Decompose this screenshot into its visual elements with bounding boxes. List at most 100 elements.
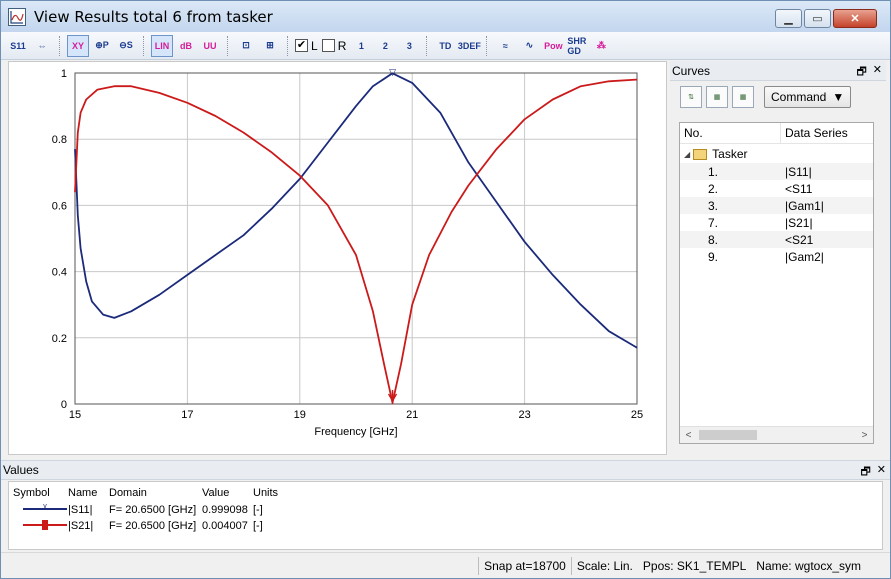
xy-plot-button[interactable]: XY — [67, 34, 89, 57]
sort-series-button[interactable]: ⇅ — [680, 86, 702, 108]
smith-chart-button[interactable]: ⊖S — [115, 35, 137, 57]
close-icon[interactable]: ✕ — [873, 63, 882, 82]
linear-scale-icon: LIN — [154, 40, 170, 51]
minimize-button[interactable]: ▁ — [775, 9, 802, 28]
fit-axis-button[interactable]: ⇔ — [31, 35, 53, 57]
add-series-icon: ▦ — [713, 94, 721, 101]
shr-gd-button[interactable]: SHR GD — [566, 35, 588, 57]
signal-icon: ∿ — [525, 40, 534, 50]
values-panel-title: Values — [3, 463, 39, 477]
column-units: Units — [253, 486, 279, 499]
x-tick-label: 17 — [181, 409, 193, 421]
s11-symbol-icon: v — [23, 503, 67, 510]
polar-plot-button[interactable]: ⊕P — [91, 35, 113, 57]
toolbar-separator — [143, 35, 147, 56]
float-icon[interactable]: 🗗 — [856, 63, 866, 82]
expand-arrow-icon[interactable]: ◢ — [684, 150, 690, 159]
scroll-track[interactable] — [697, 427, 856, 443]
plot-panel[interactable]: 15 17 19 21 23 25 0 0.2 0.4 0.6 0.8 1 Frequency [GHz… — [8, 61, 667, 455]
signal-button[interactable]: ∿ — [518, 35, 540, 57]
tree-root-tasker[interactable]: ◢ Tasker — [680, 145, 873, 163]
add-series-button[interactable]: ▦ — [706, 86, 728, 108]
zoom-icon: ⊡ — [242, 40, 250, 50]
toolbar-separator — [486, 35, 490, 56]
column-data-series[interactable]: Data Series — [781, 126, 848, 140]
zoom-fit-icon: ⊞ — [266, 40, 274, 50]
values-table[interactable]: Symbol Name Domain Value Units v |S11| F… — [8, 481, 883, 550]
values-panel-header: Values 🗗 ✕ — [1, 460, 890, 480]
float-icon[interactable]: 🗗 — [860, 463, 870, 482]
x-tick-label: 25 — [631, 409, 643, 421]
list-item[interactable]: 1. |S11| — [680, 163, 873, 180]
window-title: View Results total 6 from tasker — [34, 7, 273, 26]
remove-series-button[interactable]: ▦ — [732, 86, 754, 108]
list-item[interactable]: 7. |S21| — [680, 214, 873, 231]
list-item[interactable]: 9. |Gam2| — [680, 248, 873, 265]
close-icon[interactable]: ✕ — [877, 463, 886, 482]
list-item[interactable]: 3. |Gam1| — [680, 197, 873, 214]
right-axis-checkbox[interactable]: R — [321, 39, 346, 53]
values-panel: Values 🗗 ✕ Symbol Name Domain Value Unit… — [1, 460, 890, 552]
y-tick-label: 0.8 — [52, 134, 67, 146]
s11-axis-icon: S11 — [10, 40, 26, 51]
unchecked-box-icon — [321, 39, 335, 52]
column-no[interactable]: No. — [680, 123, 781, 143]
results-chart[interactable]: 15 17 19 21 23 25 0 0.2 0.4 0.6 0.8 1 Frequency [GHz… — [9, 62, 666, 454]
unit-scale-button[interactable]: UU — [199, 35, 221, 57]
marker-1-button[interactable]: 1 — [350, 35, 372, 57]
series-line-s21 — [74, 78, 638, 404]
chart-icon — [8, 7, 26, 26]
plot-frame — [74, 72, 638, 405]
table-row[interactable]: |S21| F= 20.6500 [GHz] 0.004007 [-] — [9, 518, 882, 533]
folder-icon — [693, 148, 708, 160]
left-axis-checkbox[interactable]: ✔ L — [295, 39, 318, 53]
zoom-fit-button[interactable]: ⊞ — [259, 35, 281, 57]
scatter-icon: ⁂ — [596, 40, 606, 50]
curves-tree[interactable]: No. Data Series ◢ Tasker 1. |S11| 2. <S11 … — [679, 122, 874, 444]
dropdown-arrow-icon: ▼ — [832, 90, 845, 104]
wave-button[interactable]: ≈ — [494, 35, 516, 57]
y-tick-label: 0.6 — [52, 200, 67, 212]
list-item[interactable]: 8. <S21 — [680, 231, 873, 248]
status-name: Name: wgtocx_sym — [756, 558, 861, 573]
scatter-button[interactable]: ⁂ — [590, 35, 612, 57]
app-window: View Results total 6 from tasker ▁ ▭ ✕ S… — [0, 0, 891, 579]
status-bar: Snap at=18700 Scale: Lin. Ppos: SK1_TEMP… — [1, 552, 890, 578]
table-row[interactable]: v |S11| F= 20.6500 [GHz] 0.999098 [-] — [9, 502, 882, 517]
zoom-button[interactable]: ⊡ — [235, 35, 257, 57]
y-tick-label: 0.2 — [52, 333, 67, 345]
3d-default-button[interactable]: 3DEF — [457, 35, 481, 57]
time-domain-button[interactable]: TD — [434, 35, 456, 57]
curves-panel-header: Curves 🗗 ✕ — [670, 61, 886, 81]
minimize-icon: ▁ — [784, 13, 793, 25]
column-value: Value — [202, 486, 230, 499]
curves-toolbar: ⇅ ▦ ▦ Command ▼ — [670, 81, 886, 113]
left-axis-label: L — [311, 38, 318, 53]
y-tick-label: 0 — [61, 399, 67, 411]
horizontal-scrollbar[interactable]: < > — [680, 426, 873, 443]
unit-scale-icon: UU — [203, 40, 217, 51]
scroll-left-icon[interactable]: < — [680, 430, 697, 441]
linear-scale-button[interactable]: LIN — [151, 34, 173, 57]
db-scale-button[interactable]: dB — [175, 35, 197, 57]
remove-series-icon: ▦ — [739, 94, 747, 101]
marker-3-icon: 3 — [406, 40, 412, 51]
close-button[interactable]: ✕ — [833, 9, 877, 28]
marker-2-button[interactable]: 2 — [374, 35, 396, 57]
curves-panel: Curves 🗗 ✕ ⇅ ▦ ▦ Command ▼ No. Data Seri… — [670, 61, 886, 455]
list-item[interactable]: 2. <S11 — [680, 180, 873, 197]
tree-header: No. Data Series — [680, 123, 873, 144]
scroll-thumb[interactable] — [699, 430, 757, 440]
maximize-button[interactable]: ▭ — [804, 9, 831, 28]
title-bar[interactable]: View Results total 6 from tasker ▁ ▭ ✕ — [1, 1, 890, 32]
command-dropdown[interactable]: Command ▼ — [764, 86, 852, 108]
3d-default-icon: 3DEF — [457, 40, 481, 51]
marker-top-icon: ▽ — [389, 67, 396, 77]
power-button[interactable]: Pow — [542, 35, 564, 57]
curves-panel-title: Curves — [672, 63, 711, 78]
s11-axis-button[interactable]: S11 — [7, 35, 29, 57]
toolbar-separator — [59, 35, 63, 56]
toolbar-separator — [227, 35, 231, 56]
marker-3-button[interactable]: 3 — [398, 35, 420, 57]
scroll-right-icon[interactable]: > — [856, 430, 873, 441]
